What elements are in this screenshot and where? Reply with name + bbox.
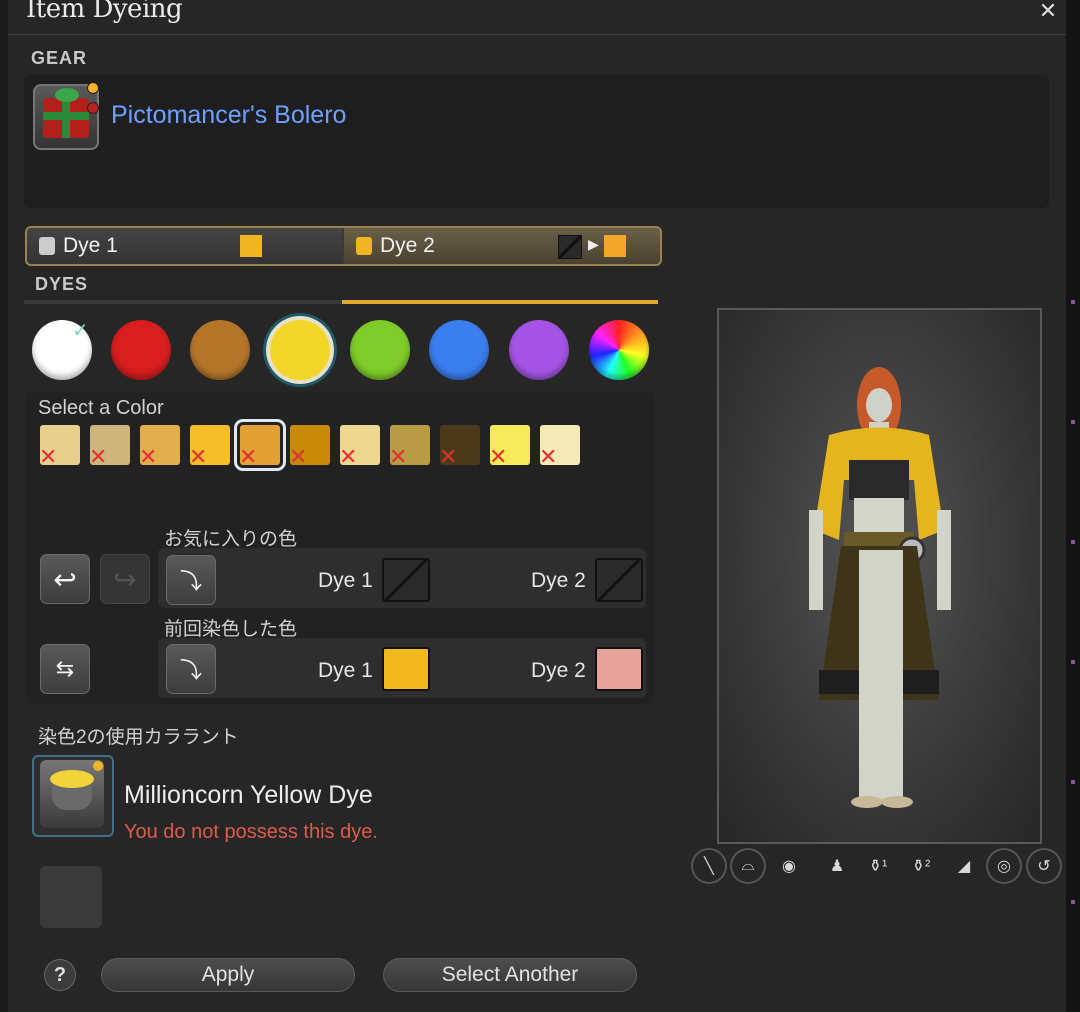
window-right-edge xyxy=(1066,0,1080,1012)
gear-status-dot-red xyxy=(87,102,99,114)
help-button[interactable]: ? xyxy=(44,959,76,991)
gift-box-icon xyxy=(43,98,89,138)
not-owned-icon: ✕ xyxy=(289,444,308,469)
favorites-label: お気に入りの色 xyxy=(164,529,298,550)
previous-dye2-label: Dye 2 xyxy=(531,659,586,682)
dyes-section-title: DYES xyxy=(35,274,89,294)
gear-item-name[interactable]: Pictomancer's Bolero xyxy=(111,101,346,130)
reset-icon[interactable]: ↺ xyxy=(1028,850,1060,882)
dye2-icon[interactable]: ⚱² xyxy=(905,850,937,882)
dye-category-yellow[interactable] xyxy=(270,320,330,380)
gear-panel xyxy=(24,75,1049,208)
close-icon[interactable]: ✕ xyxy=(1031,0,1065,26)
item-status-dot xyxy=(93,761,103,771)
not-owned-icon: ✕ xyxy=(139,444,158,469)
empty-colorant-slot[interactable] xyxy=(40,866,102,928)
eye-icon[interactable]: ◎ xyxy=(988,850,1020,882)
item-dyeing-window: Item Dyeing ✕ GEAR Pictomancer's Bolero … xyxy=(0,0,1080,1012)
dye-category-brown[interactable] xyxy=(190,320,250,380)
not-owned-icon: ✕ xyxy=(189,444,208,469)
previous-dye-label: 前回染色した色 xyxy=(164,619,298,640)
gear-status-dot xyxy=(87,82,99,94)
not-owned-icon: ✕ xyxy=(389,444,408,469)
apply-previous-button[interactable]: ⤵ xyxy=(166,644,216,694)
redo-button[interactable]: ↪ xyxy=(100,554,150,604)
gear-item-icon[interactable] xyxy=(33,84,99,150)
title-bar: Item Dyeing xyxy=(8,0,1066,35)
not-owned-icon: ✕ xyxy=(39,444,58,469)
apply-button[interactable]: Apply xyxy=(101,958,355,992)
not-owned-icon: ✕ xyxy=(89,444,108,469)
dye-1-swatch xyxy=(240,235,262,257)
dye-pot-icon xyxy=(356,237,372,255)
window-title: Item Dyeing xyxy=(26,0,183,24)
dye-pot-icon xyxy=(39,237,55,255)
undo-icon: ↩ xyxy=(53,563,77,595)
not-owned-icon: ✕ xyxy=(489,444,508,469)
tab-dye-1[interactable]: Dye 1 xyxy=(27,228,342,264)
dyes-tab-underline-active xyxy=(342,300,658,304)
character-preview[interactable] xyxy=(717,308,1042,844)
select-another-button[interactable]: Select Another xyxy=(383,958,637,992)
dye1-icon[interactable]: ⚱¹ xyxy=(862,850,894,882)
dye-category-red[interactable] xyxy=(111,320,171,380)
colorant-name: Millioncorn Yellow Dye xyxy=(124,781,373,809)
dyes-tab-underline xyxy=(24,300,342,304)
dye-category-green[interactable] xyxy=(350,320,410,380)
tab-dye-2[interactable]: Dye 2 ▶ xyxy=(344,228,660,264)
emote-icon[interactable]: ◉ xyxy=(773,850,805,882)
apply-favorite-button[interactable]: ⤵ xyxy=(166,555,216,605)
arrow-right-icon: ▶ xyxy=(588,236,599,252)
apply-arrow-icon: ⤵ xyxy=(179,658,202,683)
previous-dye2-swatch[interactable] xyxy=(595,647,643,691)
dye-2-old-swatch xyxy=(558,235,582,259)
checkmark-icon: ✓ xyxy=(72,320,89,342)
character-figure xyxy=(809,367,951,808)
not-owned-icon: ✕ xyxy=(439,444,458,469)
previous-dye1-swatch[interactable] xyxy=(382,647,430,691)
apply-arrow-icon: ⤵ xyxy=(179,569,202,594)
character-icon[interactable]: ♟ xyxy=(821,850,853,882)
colorant-warning: You do not possess this dye. xyxy=(124,821,378,843)
gift-bow xyxy=(55,88,79,102)
favorites-dye1-label: Dye 1 xyxy=(318,569,373,592)
dye-slot-tabs: Dye 1 Dye 2 ▶ xyxy=(25,226,662,266)
favorites-dye1-swatch[interactable] xyxy=(382,558,430,602)
dye-2-new-swatch xyxy=(604,235,626,257)
tab-dye-2-label: Dye 2 xyxy=(380,234,435,257)
previous-dye1-label: Dye 1 xyxy=(318,659,373,682)
not-owned-icon: ✕ xyxy=(339,444,358,469)
tab-dye-1-label: Dye 1 xyxy=(63,234,118,257)
favorites-dye2-swatch[interactable] xyxy=(595,558,643,602)
gear-section-title: GEAR xyxy=(31,48,88,68)
favorites-dye2-label: Dye 2 xyxy=(531,569,586,592)
colorant-label: 染色2の使用カララント xyxy=(38,727,239,748)
select-color-label: Select a Color xyxy=(38,397,164,419)
dye-category-rainbow[interactable] xyxy=(589,320,649,380)
undo-button[interactable]: ↩ xyxy=(40,554,90,604)
hat-icon[interactable]: ⌓ xyxy=(732,850,764,882)
window-left-edge xyxy=(0,0,8,1012)
swap-dyes-button[interactable]: ⇆ xyxy=(40,644,90,694)
weapon-icon[interactable]: ╲ xyxy=(693,850,725,882)
not-owned-icon: ✕ xyxy=(539,444,558,469)
lighting-icon[interactable]: ◢ xyxy=(948,850,980,882)
not-owned-icon: ✕ xyxy=(239,444,258,469)
swap-icon: ⇆ xyxy=(55,656,75,681)
dye-category-blue[interactable] xyxy=(429,320,489,380)
redo-icon: ↪ xyxy=(113,563,137,595)
dye-category-purple[interactable] xyxy=(509,320,569,380)
